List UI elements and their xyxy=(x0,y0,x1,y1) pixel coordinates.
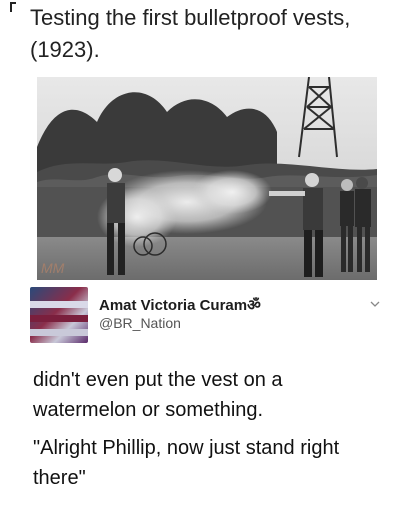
tweet-body: didn't even put the vest on a watermelon… xyxy=(33,365,393,501)
historical-photo: MM xyxy=(37,77,377,280)
caption-line-2: (1923). xyxy=(30,37,100,62)
crop-corner-icon xyxy=(10,2,16,12)
avatar[interactable] xyxy=(30,287,88,343)
svg-text:MM: MM xyxy=(41,260,65,276)
tweet-paragraph-1: didn't even put the vest on a watermelon… xyxy=(33,365,393,425)
tweet-line: "Alright Phillip, now just stand right xyxy=(33,437,340,459)
display-name[interactable]: Amat Victoria Curamॐ xyxy=(99,295,261,315)
photo-illustration: MM xyxy=(37,77,377,280)
chevron-down-icon[interactable] xyxy=(370,299,380,309)
om-icon: ॐ xyxy=(247,296,261,314)
tweet-card[interactable]: Amat Victoria Curamॐ @BR_Nation xyxy=(30,287,390,345)
tweet-paragraph-2: "Alright Phillip, now just stand right t… xyxy=(33,433,393,493)
tweet-line: didn't even put the vest on a xyxy=(33,369,283,391)
caption-line-1: Testing the first bulletproof vests, xyxy=(30,5,351,30)
tweet-line: watermelon or something. xyxy=(33,399,264,421)
user-handle[interactable]: @BR_Nation xyxy=(99,315,181,331)
tweet-line: there" xyxy=(33,467,86,489)
page-title: Testing the first bulletproof vests, (19… xyxy=(30,2,390,66)
display-name-text: Amat Victoria Curam xyxy=(99,297,248,314)
